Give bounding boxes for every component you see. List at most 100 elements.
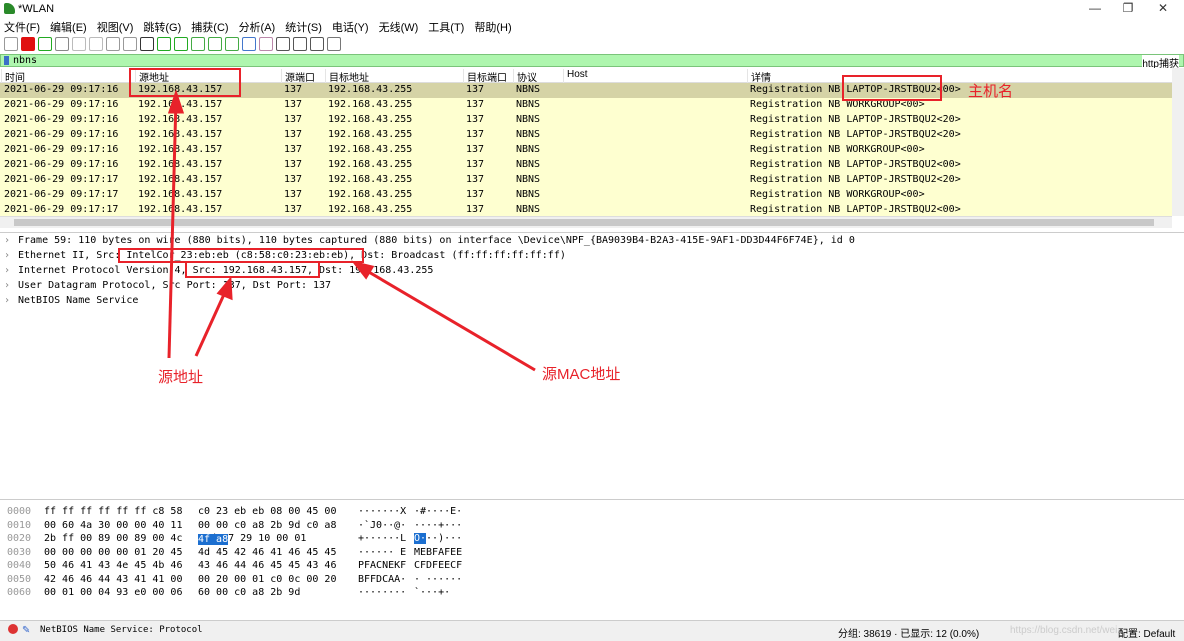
close-file-icon[interactable]	[106, 37, 120, 51]
scroll-thumb[interactable]	[14, 219, 1154, 226]
hex-ascii[interactable]: ·#····E·	[414, 506, 462, 517]
expand-chevron-icon[interactable]: ›	[4, 265, 18, 276]
expand-chevron-icon[interactable]: ›	[4, 235, 18, 246]
table-row[interactable]: 2021-06-29 09:17:16 192.168.43.157 137 192.…	[0, 158, 1172, 173]
menu-item[interactable]: 工具(T)	[428, 19, 464, 35]
hex-bytes[interactable]: 00 20 00 01 c0 0c 00 20	[198, 574, 336, 585]
column-header[interactable]: 目标端口	[463, 69, 507, 84]
hex-bytes[interactable]: c0 23 eb eb 08 00 45 00	[198, 506, 336, 517]
expand-chevron-icon[interactable]: ›	[4, 250, 18, 261]
resize-columns-icon[interactable]	[327, 37, 341, 51]
file-icon[interactable]	[89, 37, 103, 51]
detail-row[interactable]: › Internet Protocol Version 4, Src: 192.1…	[0, 263, 1184, 278]
menu-item[interactable]: 电话(Y)	[332, 19, 369, 35]
menu-item[interactable]: 文件(F)	[4, 19, 40, 35]
table-row[interactable]: 2021-06-29 09:17:16 192.168.43.157 137 192.…	[0, 143, 1172, 158]
hex-ascii[interactable]: ········	[358, 587, 406, 598]
table-row[interactable]: 2021-06-29 09:17:16 192.168.43.157 137 192.…	[0, 113, 1172, 128]
hex-bytes[interactable]: 4d 45 42 46 41 46 45 45	[198, 547, 336, 558]
autoscroll-icon[interactable]	[242, 37, 256, 51]
hex-ascii[interactable]: ····+···	[414, 520, 462, 531]
restart-icon[interactable]	[38, 37, 52, 51]
detail-row[interactable]: › NetBIOS Name Service	[0, 293, 1184, 308]
menu-item[interactable]: 视图(V)	[97, 19, 134, 35]
expert-info-icon[interactable]	[8, 624, 18, 634]
hex-bytes[interactable]: ff ff ff ff ff ff c8 58	[44, 506, 182, 517]
menu-item[interactable]: 分析(A)	[239, 19, 276, 35]
hex-ascii[interactable]: MEBFAFEE	[414, 547, 462, 558]
zoom-in-icon[interactable]	[276, 37, 290, 51]
options-icon[interactable]	[55, 37, 69, 51]
hex-bytes[interactable]: 00 00 00 00 00 01 20 45	[44, 547, 182, 558]
status-profile[interactable]: 配置: Default	[1118, 625, 1175, 640]
filter-input[interactable]: nbns	[13, 55, 37, 66]
detail-row[interactable]: › User Datagram Protocol, Src Port: 137, …	[0, 278, 1184, 293]
hex-ascii[interactable]: · ······	[414, 574, 462, 585]
zoom-out-icon[interactable]	[293, 37, 307, 51]
column-header[interactable]: 时间	[1, 69, 25, 84]
find-icon[interactable]	[140, 37, 154, 51]
minimize-button[interactable]: —	[1080, 1, 1110, 17]
cell: 137	[466, 204, 485, 215]
cell: 137	[466, 144, 485, 155]
column-header[interactable]: 源端口	[281, 69, 315, 84]
colorize-icon[interactable]	[259, 37, 273, 51]
column-header[interactable]: 协议	[513, 69, 537, 84]
first-icon[interactable]	[208, 37, 222, 51]
hex-bytes[interactable]: 50 46 41 43 4e 45 4b 46	[44, 560, 182, 571]
expand-chevron-icon[interactable]: ›	[4, 295, 18, 306]
hex-ascii[interactable]: CFDFEECF	[414, 560, 462, 571]
hex-ascii[interactable]: ······ E	[358, 547, 406, 558]
packet-list-hscroll[interactable]	[0, 216, 1172, 228]
table-row[interactable]: 2021-06-29 09:17:16 192.168.43.157 137 192.…	[0, 128, 1172, 143]
menu-item[interactable]: 帮助(H)	[474, 19, 511, 35]
hex-ascii[interactable]: ·······X	[358, 506, 406, 517]
comment-icon[interactable]: ✎	[22, 625, 30, 636]
table-row[interactable]: 2021-06-29 09:17:17 192.168.43.157 137 192.…	[0, 173, 1172, 188]
zoom-reset-icon[interactable]	[310, 37, 324, 51]
hex-bytes[interactable]: 00 60 4a 30 00 00 40 11	[44, 520, 182, 531]
menu-item[interactable]: 统计(S)	[285, 19, 322, 35]
stop-icon[interactable]	[21, 37, 35, 51]
menu-item[interactable]: 跳转(G)	[143, 19, 181, 35]
forward-icon[interactable]	[174, 37, 188, 51]
menu-item[interactable]: 编辑(E)	[50, 19, 87, 35]
column-header[interactable]: Host	[563, 69, 588, 83]
menu-item[interactable]: 无线(W)	[379, 19, 419, 35]
packet-list-vscroll[interactable]	[1172, 68, 1184, 216]
detail-text: Ethernet II, Src: IntelCor_23:eb:eb (c8:…	[18, 250, 566, 261]
shark-fin-icon[interactable]	[4, 37, 18, 51]
hex-bytes[interactable]: 00 00 c0 a8 2b 9d c0 a8	[198, 520, 336, 531]
hex-bytes[interactable]: 4f a8 8d c7 29 10 00 01	[198, 533, 306, 545]
hex-bytes[interactable]: 2b ff 00 89 00 89 00 4c	[44, 533, 182, 544]
table-row[interactable]: 2021-06-29 09:17:17 192.168.43.157 137 192.…	[0, 203, 1172, 216]
hex-offset: 0010	[7, 519, 32, 531]
open-icon[interactable]	[72, 37, 86, 51]
hex-ascii[interactable]: ·`J0··@·	[358, 520, 406, 531]
maximize-button[interactable]: ❐	[1113, 1, 1143, 17]
column-header[interactable]: 源地址	[135, 69, 169, 84]
bookmark-icon[interactable]	[4, 56, 9, 65]
column-header[interactable]: 详情	[747, 69, 771, 84]
annotation-src-mac: 源MAC地址	[542, 366, 621, 383]
last-icon[interactable]	[225, 37, 239, 51]
hex-bytes[interactable]: 43 46 44 46 45 45 43 46	[198, 560, 336, 571]
expand-chevron-icon[interactable]: ›	[4, 280, 18, 291]
hex-ascii[interactable]: BFFDCAA·	[358, 574, 406, 585]
column-header[interactable]: 目标地址	[325, 69, 369, 84]
detail-row[interactable]: › Frame 59: 110 bytes on wire (880 bits),…	[0, 233, 1184, 248]
menu-item[interactable]: 捕获(C)	[191, 19, 228, 35]
back-icon[interactable]	[157, 37, 171, 51]
hex-ascii[interactable]: `···+·	[414, 587, 450, 598]
hex-bytes[interactable]: 60 00 c0 a8 2b 9d	[198, 587, 300, 598]
hex-ascii[interactable]: PFACNEKF	[358, 560, 406, 571]
hex-bytes[interactable]: 00 01 00 04 93 e0 00 06	[44, 587, 182, 598]
cell: 192.168.43.255	[328, 99, 413, 110]
goto-icon[interactable]	[191, 37, 205, 51]
close-button[interactable]: ✕	[1148, 1, 1178, 17]
table-row[interactable]: 2021-06-29 09:17:17 192.168.43.157 137 192.…	[0, 188, 1172, 203]
hex-ascii[interactable]: +······L	[358, 533, 406, 544]
hex-bytes[interactable]: 42 46 46 44 43 41 41 00	[44, 574, 182, 585]
reload-icon[interactable]	[123, 37, 137, 51]
detail-row[interactable]: › Ethernet II, Src: IntelCor_23:eb:eb (c8…	[0, 248, 1184, 263]
